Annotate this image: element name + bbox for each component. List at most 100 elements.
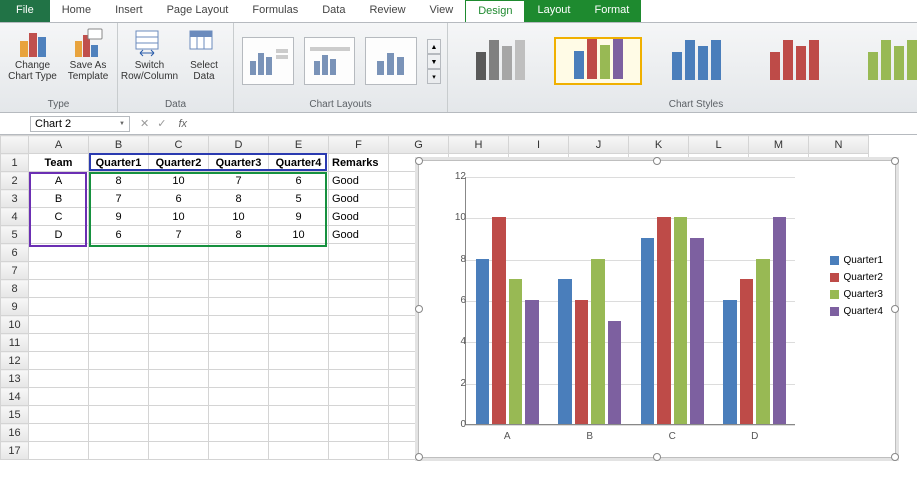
cell[interactable]	[209, 424, 269, 442]
column-header[interactable]: H	[449, 136, 509, 154]
bar[interactable]	[756, 259, 769, 424]
tab-view[interactable]: View	[418, 0, 466, 22]
cell[interactable]	[269, 352, 329, 370]
cell[interactable]: D	[29, 226, 89, 244]
row-header[interactable]: 17	[1, 442, 29, 460]
cell[interactable]: 8	[89, 172, 149, 190]
cell[interactable]	[209, 352, 269, 370]
cell[interactable]	[329, 442, 389, 460]
name-box[interactable]: Chart 2 ▼	[30, 116, 130, 132]
column-header[interactable]: L	[689, 136, 749, 154]
column-header[interactable]: M	[749, 136, 809, 154]
cell[interactable]	[329, 424, 389, 442]
cell[interactable]	[29, 388, 89, 406]
bar[interactable]	[723, 300, 736, 424]
cell[interactable]	[149, 280, 209, 298]
chart-legend[interactable]: Quarter1Quarter2Quarter3Quarter4	[830, 249, 883, 323]
bar[interactable]	[591, 259, 604, 424]
cell[interactable]: 6	[89, 226, 149, 244]
cell[interactable]	[209, 298, 269, 316]
cell[interactable]	[149, 334, 209, 352]
cell[interactable]	[29, 334, 89, 352]
cell[interactable]: A	[29, 172, 89, 190]
cell[interactable]: Quarter3	[209, 154, 269, 172]
cell[interactable]	[329, 316, 389, 334]
cell[interactable]	[29, 244, 89, 262]
legend-item[interactable]: Quarter2	[830, 272, 883, 283]
cell[interactable]	[149, 370, 209, 388]
cell[interactable]: Quarter1	[89, 154, 149, 172]
cell[interactable]: 8	[209, 226, 269, 244]
gallery-expand-icon[interactable]: ▾	[427, 69, 441, 84]
cell[interactable]	[269, 244, 329, 262]
chart-style-thumb[interactable]	[848, 37, 917, 85]
cell[interactable]	[149, 316, 209, 334]
cell[interactable]	[149, 244, 209, 262]
cell[interactable]: Good	[329, 190, 389, 208]
bar[interactable]	[476, 259, 489, 424]
cell[interactable]	[29, 280, 89, 298]
bar[interactable]	[690, 238, 703, 424]
column-header[interactable]: F	[329, 136, 389, 154]
cell[interactable]: 7	[149, 226, 209, 244]
tab-design[interactable]: Design	[465, 0, 525, 22]
cell[interactable]	[329, 370, 389, 388]
cell[interactable]: 8	[209, 190, 269, 208]
cell[interactable]	[29, 316, 89, 334]
cell[interactable]: 6	[149, 190, 209, 208]
cell[interactable]	[149, 262, 209, 280]
legend-item[interactable]: Quarter3	[830, 289, 883, 300]
tab-format[interactable]: Format	[582, 0, 641, 22]
tab-review[interactable]: Review	[357, 0, 417, 22]
cell[interactable]	[209, 316, 269, 334]
chart-style-thumb[interactable]	[456, 37, 544, 85]
change-chart-type-button[interactable]: Change Chart Type	[6, 25, 59, 84]
chart-style-thumb[interactable]	[750, 37, 838, 85]
cell[interactable]: Remarks	[329, 154, 389, 172]
cell[interactable]: 7	[209, 172, 269, 190]
legend-item[interactable]: Quarter1	[830, 255, 883, 266]
cell[interactable]	[329, 280, 389, 298]
column-header[interactable]: A	[29, 136, 89, 154]
cell[interactable]	[89, 316, 149, 334]
bar[interactable]	[525, 300, 538, 424]
cell[interactable]: Good	[329, 226, 389, 244]
cell[interactable]	[29, 352, 89, 370]
cell[interactable]	[209, 370, 269, 388]
row-header[interactable]: 13	[1, 370, 29, 388]
cell[interactable]	[89, 370, 149, 388]
cancel-icon[interactable]: ✕	[136, 117, 153, 130]
cell[interactable]	[269, 370, 329, 388]
row-header[interactable]: 14	[1, 388, 29, 406]
bar[interactable]	[575, 300, 588, 424]
cell[interactable]	[149, 424, 209, 442]
cell[interactable]: Good	[329, 208, 389, 226]
row-header[interactable]: 8	[1, 280, 29, 298]
column-header[interactable]: B	[89, 136, 149, 154]
cell[interactable]	[29, 406, 89, 424]
switch-row-column-button[interactable]: Switch Row/Column	[124, 25, 175, 84]
chart-layout-thumb[interactable]	[365, 37, 417, 85]
worksheet-grid[interactable]: ABCDEFGHIJKLMN1TeamQuarter1Quarter2Quart…	[0, 135, 917, 460]
column-header[interactable]: K	[629, 136, 689, 154]
cell[interactable]: 10	[269, 226, 329, 244]
cell[interactable]	[149, 352, 209, 370]
cell[interactable]: 9	[89, 208, 149, 226]
embedded-chart[interactable]: 024681012ABCD Quarter1Quarter2Quarter3Qu…	[418, 160, 896, 458]
bar[interactable]	[608, 321, 621, 424]
cell[interactable]	[329, 406, 389, 424]
cell[interactable]	[89, 442, 149, 460]
row-header[interactable]: 4	[1, 208, 29, 226]
cell[interactable]	[329, 352, 389, 370]
row-header[interactable]: 9	[1, 298, 29, 316]
bar[interactable]	[674, 217, 687, 424]
cell[interactable]	[209, 406, 269, 424]
cell[interactable]	[89, 352, 149, 370]
tab-insert[interactable]: Insert	[103, 0, 155, 22]
row-header[interactable]: 12	[1, 352, 29, 370]
cell[interactable]	[149, 406, 209, 424]
tab-file[interactable]: File	[0, 0, 50, 22]
cell[interactable]	[209, 262, 269, 280]
column-header[interactable]: C	[149, 136, 209, 154]
cell[interactable]: Good	[329, 172, 389, 190]
